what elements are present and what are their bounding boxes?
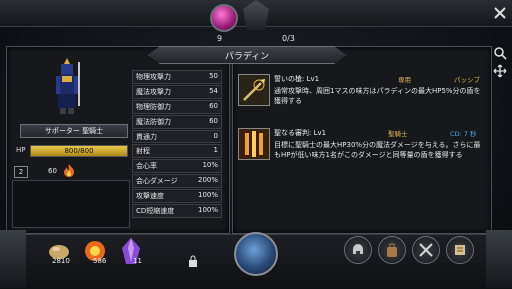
scroll-button[interactable] bbox=[446, 236, 474, 264]
stat-row: 会心ダメージ 200% bbox=[132, 174, 222, 189]
spear-skill-icon bbox=[238, 74, 270, 106]
close-icon bbox=[494, 7, 506, 19]
weapons-button[interactable] bbox=[412, 236, 440, 264]
stat-row: CD短縮速度 100% bbox=[132, 204, 222, 218]
skill-description: 通常攻撃時、周囲1マスの味方はパラディンの最大HP5%分の盾を獲得する bbox=[274, 87, 481, 105]
scroll-icon bbox=[455, 245, 465, 255]
skill-card-1[interactable]: 誓いの槍: Lv1 専用 パッシブ 通常攻撃時、周囲1マスの味方はパラディンの最… bbox=[238, 74, 484, 124]
stat-value: 60 bbox=[209, 101, 218, 110]
panel-title: パラディン bbox=[148, 46, 346, 64]
stat-name: CD短縮速度 bbox=[136, 207, 175, 216]
stat-name: 攻撃速度 bbox=[136, 192, 164, 201]
level-badge: 2 bbox=[14, 166, 28, 178]
world-orb-button[interactable] bbox=[234, 232, 278, 276]
helmet-button[interactable] bbox=[344, 236, 372, 264]
stat-name: 魔法防御力 bbox=[136, 117, 171, 126]
slot-count: 0/3 bbox=[282, 34, 295, 43]
fire-icon bbox=[64, 164, 74, 177]
stat-row: 魔法防御力 60 bbox=[132, 114, 222, 129]
lock-icon bbox=[189, 255, 197, 267]
skill-description: 目標に聖騎士の最大HP30%分の魔法ダメージを与える。さらに最もHPが低い味方1… bbox=[274, 141, 481, 159]
skill-tag-passive: パッシブ bbox=[454, 76, 480, 84]
hp-label: HP bbox=[16, 146, 26, 154]
stat-row: 射程 1 bbox=[132, 144, 222, 159]
fire-essence-count: 586 bbox=[93, 257, 107, 265]
search-button[interactable] bbox=[491, 44, 509, 62]
pink-gem-icon bbox=[210, 4, 238, 32]
skill-card-2[interactable]: 聖なる審判: Lv1 聖騎士 CD: 7 秒 目標に聖騎士の最大HP30%分の魔… bbox=[238, 128, 484, 178]
role-label: サポーター 聖騎士 bbox=[20, 124, 128, 138]
description-box bbox=[12, 180, 130, 228]
crystal-count: 11 bbox=[133, 257, 142, 265]
stat-name: 貫通力 bbox=[136, 132, 157, 141]
stat-name: 物理攻撃力 bbox=[136, 73, 171, 81]
crossed-swords-icon bbox=[419, 243, 433, 257]
stat-row: 物理攻撃力 50 bbox=[132, 70, 222, 84]
stat-row: 貫通力 0 bbox=[132, 129, 222, 144]
stat-name: 会心ダメージ bbox=[136, 177, 178, 186]
stat-name: 会心率 bbox=[136, 162, 157, 171]
left-ornament bbox=[0, 230, 26, 288]
skill-cooldown: CD: 7 秒 bbox=[450, 130, 477, 138]
skill-name: 聖なる審判: Lv1 bbox=[274, 129, 327, 137]
stats-table: 物理攻撃力 50 魔法攻撃力 54 物理防御力 60 魔法防御力 60 貫通力 0 射程 1 会心率 10… bbox=[132, 70, 222, 219]
stat-value: 100% bbox=[197, 206, 218, 215]
skill-name: 誓いの槍: Lv1 bbox=[274, 75, 320, 83]
cost-value: 60 bbox=[48, 167, 57, 175]
stat-value: 1 bbox=[213, 146, 218, 155]
bag-icon bbox=[387, 243, 397, 257]
bag-button[interactable] bbox=[378, 236, 406, 264]
stat-value: 100% bbox=[197, 191, 218, 200]
stat-name: 射程 bbox=[136, 147, 150, 156]
stat-row: 攻撃速度 100% bbox=[132, 189, 222, 204]
stat-row: 物理防御力 60 bbox=[132, 99, 222, 114]
stat-value: 10% bbox=[202, 161, 218, 170]
seed-count: 2810 bbox=[52, 257, 70, 265]
stat-value: 200% bbox=[197, 176, 218, 185]
stat-row: 会心率 10% bbox=[132, 159, 222, 174]
move-button[interactable] bbox=[491, 62, 509, 80]
stat-value: 0 bbox=[213, 131, 218, 140]
stat-value: 60 bbox=[209, 116, 218, 125]
skill-tag-exclusive: 専用 bbox=[398, 76, 411, 84]
stat-row: 魔法攻撃力 54 bbox=[132, 84, 222, 99]
stat-name: 魔法攻撃力 bbox=[136, 87, 171, 96]
hp-value: 800/800 bbox=[64, 147, 94, 155]
gem-count: 9 bbox=[217, 34, 223, 43]
search-icon bbox=[494, 47, 507, 60]
right-ornament bbox=[486, 230, 512, 288]
lock-button[interactable] bbox=[184, 252, 202, 270]
move-arrows-icon bbox=[493, 64, 507, 78]
close-button[interactable] bbox=[491, 4, 509, 22]
stat-value: 54 bbox=[209, 86, 218, 95]
hp-bar: 800/800 bbox=[30, 145, 128, 157]
helmet-icon bbox=[353, 244, 363, 254]
skill-tag-class: 聖騎士 bbox=[388, 130, 408, 138]
stat-value: 50 bbox=[209, 72, 218, 80]
judgment-skill-icon bbox=[238, 128, 270, 160]
paladin-sprite bbox=[56, 58, 80, 114]
stat-name: 物理防御力 bbox=[136, 102, 171, 111]
hero-portrait bbox=[12, 54, 122, 118]
